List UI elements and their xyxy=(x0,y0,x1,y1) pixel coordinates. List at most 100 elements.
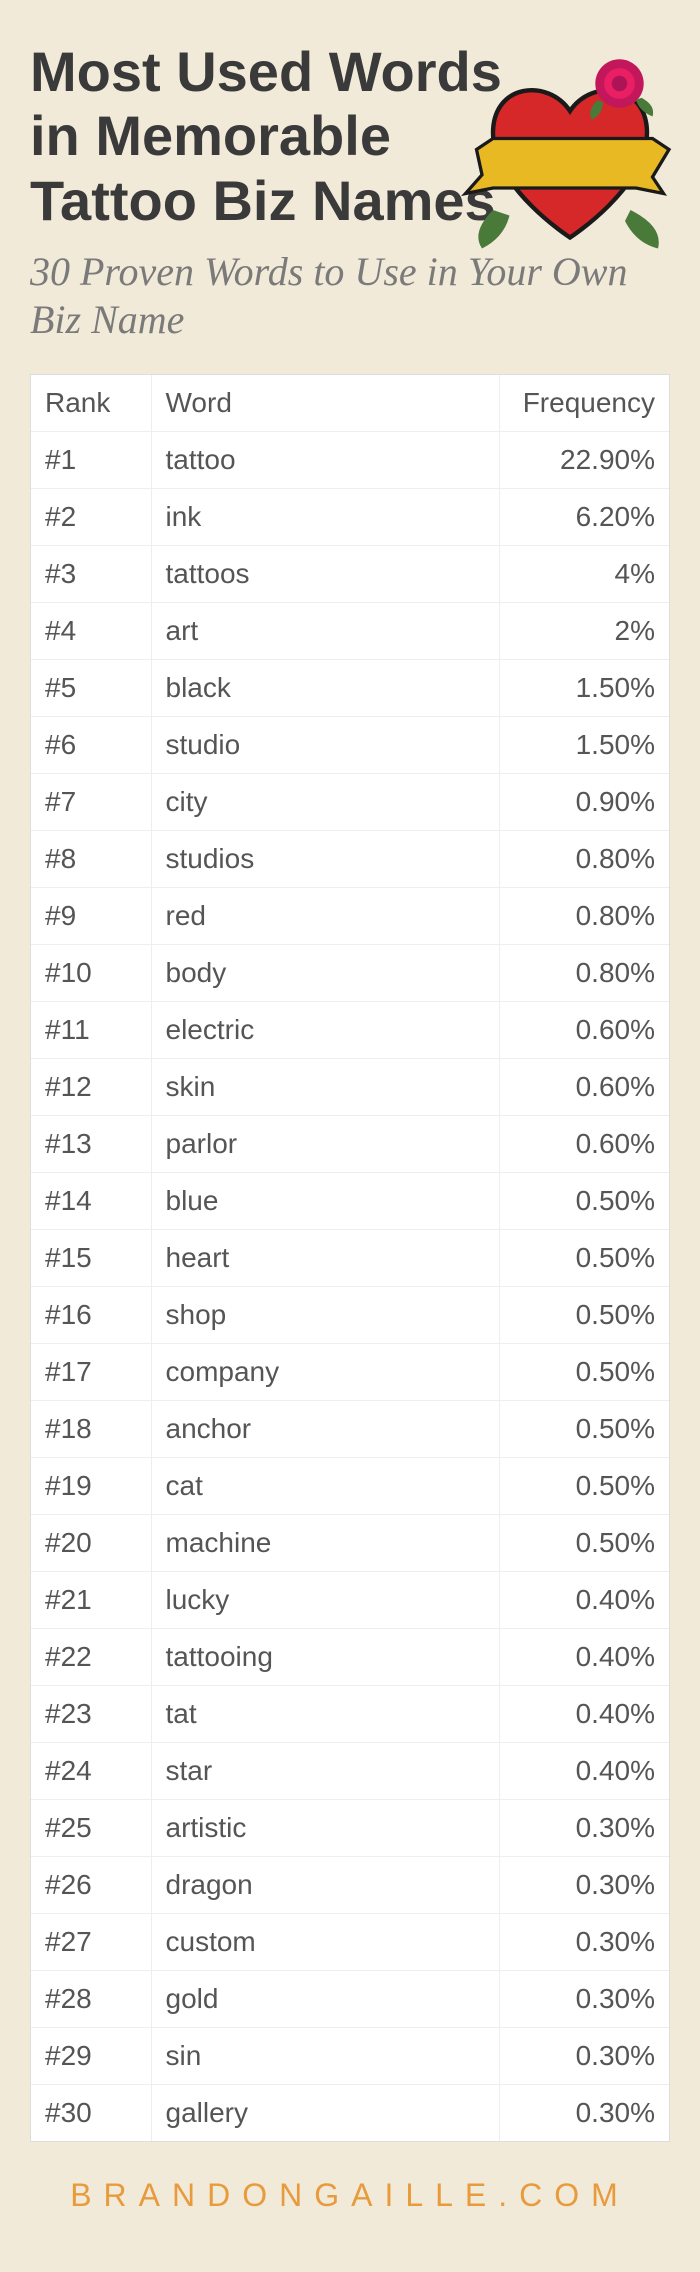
cell-frequency: 0.50% xyxy=(499,1173,669,1230)
cell-word: art xyxy=(151,603,499,660)
cell-frequency: 0.50% xyxy=(499,1287,669,1344)
cell-word: artistic xyxy=(151,1800,499,1857)
cell-frequency: 0.80% xyxy=(499,831,669,888)
cell-frequency: 0.50% xyxy=(499,1458,669,1515)
cell-rank: #28 xyxy=(31,1971,151,2028)
table-row: #5black1.50% xyxy=(31,660,669,717)
cell-word: machine xyxy=(151,1515,499,1572)
table-row: #27custom0.30% xyxy=(31,1914,669,1971)
cell-frequency: 0.30% xyxy=(499,1800,669,1857)
cell-frequency: 0.40% xyxy=(499,1572,669,1629)
table-row: #18anchor0.50% xyxy=(31,1401,669,1458)
page-title: Most Used Words in Memorable Tattoo Biz … xyxy=(30,40,510,233)
cell-word: gold xyxy=(151,1971,499,2028)
table-row: #13parlor0.60% xyxy=(31,1116,669,1173)
cell-frequency: 0.40% xyxy=(499,1629,669,1686)
cell-word: tattoo xyxy=(151,432,499,489)
table-row: #14blue0.50% xyxy=(31,1173,669,1230)
cell-word: black xyxy=(151,660,499,717)
cell-rank: #11 xyxy=(31,1002,151,1059)
cell-frequency: 0.50% xyxy=(499,1401,669,1458)
cell-frequency: 0.50% xyxy=(499,1344,669,1401)
cell-rank: #4 xyxy=(31,603,151,660)
cell-frequency: 6.20% xyxy=(499,489,669,546)
cell-frequency: 1.50% xyxy=(499,717,669,774)
table-row: #3tattoos4% xyxy=(31,546,669,603)
cell-frequency: 0.30% xyxy=(499,1971,669,2028)
cell-rank: #29 xyxy=(31,2028,151,2085)
table-row: #30gallery0.30% xyxy=(31,2085,669,2142)
cell-word: sin xyxy=(151,2028,499,2085)
cell-word: tat xyxy=(151,1686,499,1743)
cell-word: heart xyxy=(151,1230,499,1287)
cell-frequency: 0.60% xyxy=(499,1002,669,1059)
cell-rank: #5 xyxy=(31,660,151,717)
cell-rank: #15 xyxy=(31,1230,151,1287)
cell-frequency: 0.40% xyxy=(499,1686,669,1743)
cell-frequency: 0.50% xyxy=(499,1230,669,1287)
cell-rank: #21 xyxy=(31,1572,151,1629)
cell-frequency: 0.80% xyxy=(499,888,669,945)
cell-word: studios xyxy=(151,831,499,888)
cell-rank: #25 xyxy=(31,1800,151,1857)
table-row: #7city0.90% xyxy=(31,774,669,831)
cell-word: gallery xyxy=(151,2085,499,2142)
cell-word: city xyxy=(151,774,499,831)
table-row: #15heart0.50% xyxy=(31,1230,669,1287)
cell-rank: #7 xyxy=(31,774,151,831)
cell-rank: #18 xyxy=(31,1401,151,1458)
cell-word: lucky xyxy=(151,1572,499,1629)
cell-rank: #1 xyxy=(31,432,151,489)
cell-word: anchor xyxy=(151,1401,499,1458)
table-row: #26dragon0.30% xyxy=(31,1857,669,1914)
table-row: #20machine0.50% xyxy=(31,1515,669,1572)
table-row: #22tattooing0.40% xyxy=(31,1629,669,1686)
cell-word: body xyxy=(151,945,499,1002)
cell-word: ink xyxy=(151,489,499,546)
cell-word: cat xyxy=(151,1458,499,1515)
cell-frequency: 0.30% xyxy=(499,2028,669,2085)
cell-rank: #22 xyxy=(31,1629,151,1686)
cell-rank: #13 xyxy=(31,1116,151,1173)
cell-rank: #17 xyxy=(31,1344,151,1401)
cell-rank: #9 xyxy=(31,888,151,945)
cell-frequency: 0.90% xyxy=(499,774,669,831)
cell-frequency: 0.80% xyxy=(499,945,669,1002)
cell-frequency: 1.50% xyxy=(499,660,669,717)
cell-rank: #23 xyxy=(31,1686,151,1743)
cell-word: blue xyxy=(151,1173,499,1230)
cell-rank: #26 xyxy=(31,1857,151,1914)
table-row: #29sin0.30% xyxy=(31,2028,669,2085)
column-header-frequency: Frequency xyxy=(499,375,669,432)
cell-rank: #24 xyxy=(31,1743,151,1800)
cell-rank: #3 xyxy=(31,546,151,603)
cell-word: red xyxy=(151,888,499,945)
table-row: #28gold0.30% xyxy=(31,1971,669,2028)
cell-rank: #2 xyxy=(31,489,151,546)
table-row: #19cat0.50% xyxy=(31,1458,669,1515)
table-row: #23tat0.40% xyxy=(31,1686,669,1743)
cell-frequency: 0.60% xyxy=(499,1059,669,1116)
cell-frequency: 0.30% xyxy=(499,1914,669,1971)
cell-word: company xyxy=(151,1344,499,1401)
table-row: #16shop0.50% xyxy=(31,1287,669,1344)
cell-rank: #10 xyxy=(31,945,151,1002)
cell-rank: #19 xyxy=(31,1458,151,1515)
table-row: #9red0.80% xyxy=(31,888,669,945)
cell-rank: #20 xyxy=(31,1515,151,1572)
table-row: #1tattoo22.90% xyxy=(31,432,669,489)
cell-word: tattoos xyxy=(151,546,499,603)
cell-rank: #14 xyxy=(31,1173,151,1230)
table-row: #21lucky0.40% xyxy=(31,1572,669,1629)
table-row: #8studios0.80% xyxy=(31,831,669,888)
cell-rank: #30 xyxy=(31,2085,151,2142)
cell-frequency: 0.60% xyxy=(499,1116,669,1173)
cell-frequency: 0.40% xyxy=(499,1743,669,1800)
table-row: #12skin0.60% xyxy=(31,1059,669,1116)
table-row: #25artistic0.30% xyxy=(31,1800,669,1857)
table-row: #11electric0.60% xyxy=(31,1002,669,1059)
cell-rank: #6 xyxy=(31,717,151,774)
cell-rank: #16 xyxy=(31,1287,151,1344)
table-row: #6studio1.50% xyxy=(31,717,669,774)
tattoo-heart-icon xyxy=(460,45,680,265)
